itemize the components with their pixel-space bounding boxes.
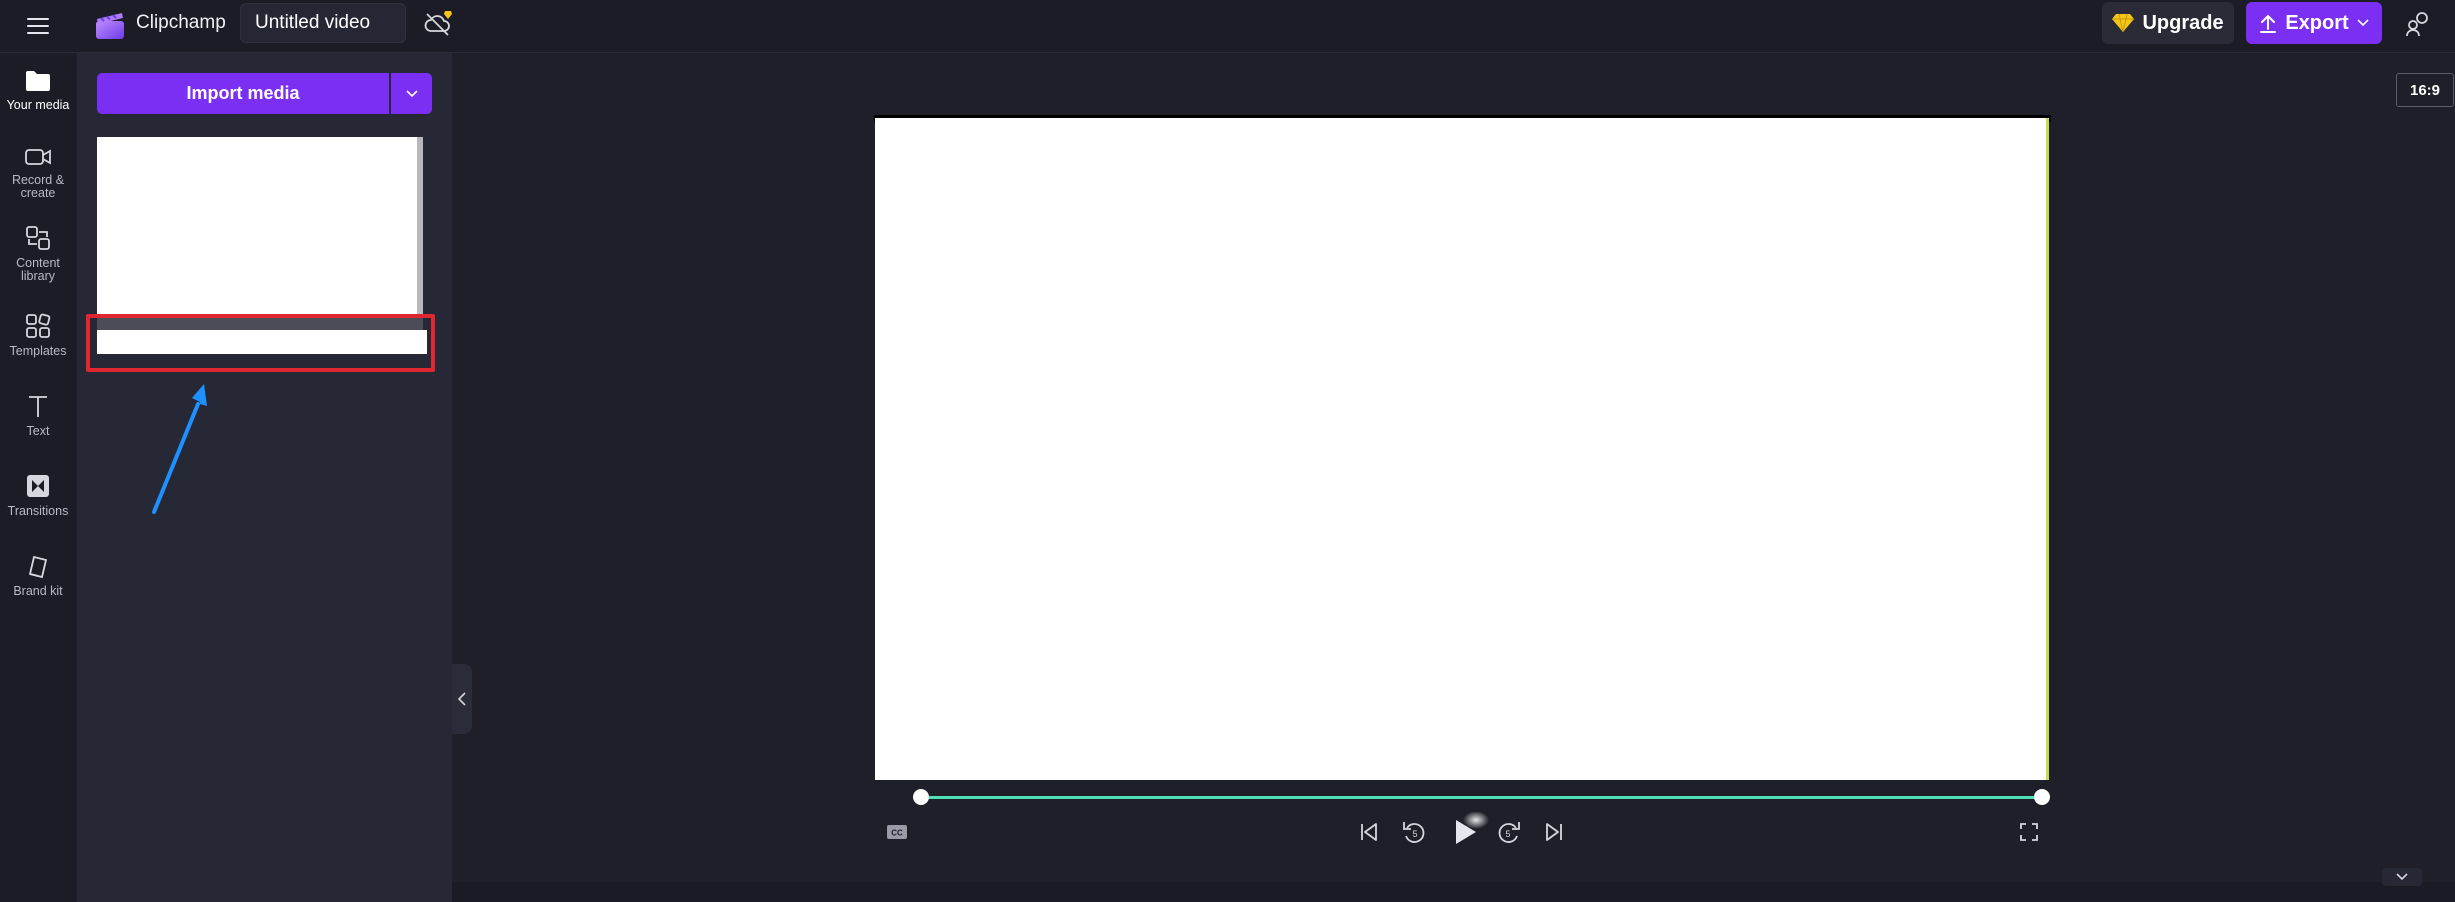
collapse-panel-button[interactable] [452, 664, 472, 734]
preview-canvas-edge [2046, 118, 2049, 780]
upgrade-label: Upgrade [2142, 11, 2224, 34]
nav-content-library[interactable]: Content library [0, 224, 76, 283]
skip-start-icon [1361, 823, 1377, 841]
captions-icon: CC [887, 825, 907, 839]
fast-forward-button[interactable]: 5 [1495, 818, 1523, 846]
chevron-down-icon [405, 89, 418, 97]
nav-your-media[interactable]: Your media [0, 68, 76, 112]
hamburger-menu-button[interactable] [20, 8, 56, 44]
app-name: Clipchamp [136, 12, 226, 33]
captions-button[interactable]: CC [886, 822, 908, 842]
forward-seconds: 5 [1505, 829, 1510, 839]
cloud-sync-button[interactable] [420, 6, 456, 42]
clipchamp-logo-icon [96, 13, 124, 39]
media-thumbnail[interactable] [97, 137, 423, 314]
fullscreen-icon [2020, 823, 2038, 841]
nav-record-create[interactable]: Record & create [0, 145, 76, 200]
nav-label: Templates [9, 344, 67, 358]
import-media-button[interactable]: Import media [97, 73, 389, 114]
nav-text[interactable]: Text [0, 392, 76, 438]
rewind-icon: 5 [1403, 822, 1425, 843]
upload-icon [2260, 14, 2277, 33]
export-label: Export [2285, 11, 2349, 34]
expand-timeline-button[interactable] [2382, 868, 2422, 886]
nav-label: Your media [6, 98, 70, 112]
play-button[interactable] [1448, 812, 1492, 852]
nav-label: Brand kit [13, 584, 63, 598]
transitions-icon [27, 475, 49, 497]
folder-icon [26, 71, 50, 91]
nav-templates[interactable]: Templates [0, 312, 76, 358]
timeline-edge [452, 882, 2455, 902]
gem-icon [2112, 13, 2135, 33]
rewind-button[interactable]: 5 [1400, 818, 1428, 846]
text-icon [29, 396, 47, 417]
play-icon [1456, 812, 1489, 844]
share-button[interactable] [2400, 6, 2438, 42]
menu-icon [27, 18, 49, 34]
share-people-icon [2406, 12, 2428, 37]
preview-canvas[interactable] [875, 118, 2048, 780]
camera-icon [25, 149, 51, 165]
annotation-arrow-icon [152, 384, 207, 514]
skip-to-end-button[interactable] [1541, 819, 1567, 845]
aspect-ratio-button[interactable]: 16:9 [2396, 73, 2454, 107]
chevron-down-icon [2357, 19, 2369, 27]
annotation-highlight-box [86, 314, 435, 372]
scrubber-track[interactable] [921, 796, 2043, 799]
nav-transitions[interactable]: Transitions [0, 472, 76, 518]
brand-kit-icon [28, 555, 48, 579]
chevron-left-icon [458, 692, 466, 706]
nav-label: Record & create [11, 173, 65, 200]
cloud-off-icon [424, 11, 452, 36]
svg-text:CC: CC [891, 829, 903, 838]
import-options-dropdown-button[interactable] [391, 73, 432, 114]
upgrade-button[interactable]: Upgrade [2102, 2, 2234, 44]
templates-icon [26, 313, 51, 338]
chevron-down-icon [2396, 873, 2408, 881]
content-library-icon [26, 226, 50, 250]
media-thumbnail-edge [417, 137, 423, 314]
scrubber-end-handle[interactable] [2034, 789, 2050, 805]
nav-label: Content library [16, 256, 60, 283]
nav-label: Text [26, 424, 50, 438]
nav-brand-kit[interactable]: Brand kit [0, 552, 76, 598]
nav-label: Transitions [7, 504, 69, 518]
skip-to-start-button[interactable] [1356, 819, 1382, 845]
fullscreen-button[interactable] [2017, 820, 2041, 844]
project-title-input[interactable] [240, 3, 406, 43]
rewind-seconds: 5 [1412, 829, 1417, 839]
export-button[interactable]: Export [2246, 2, 2382, 44]
scrubber-start-handle[interactable] [913, 789, 929, 805]
skip-end-icon [1546, 823, 1562, 841]
fast-forward-icon: 5 [1498, 822, 1520, 843]
